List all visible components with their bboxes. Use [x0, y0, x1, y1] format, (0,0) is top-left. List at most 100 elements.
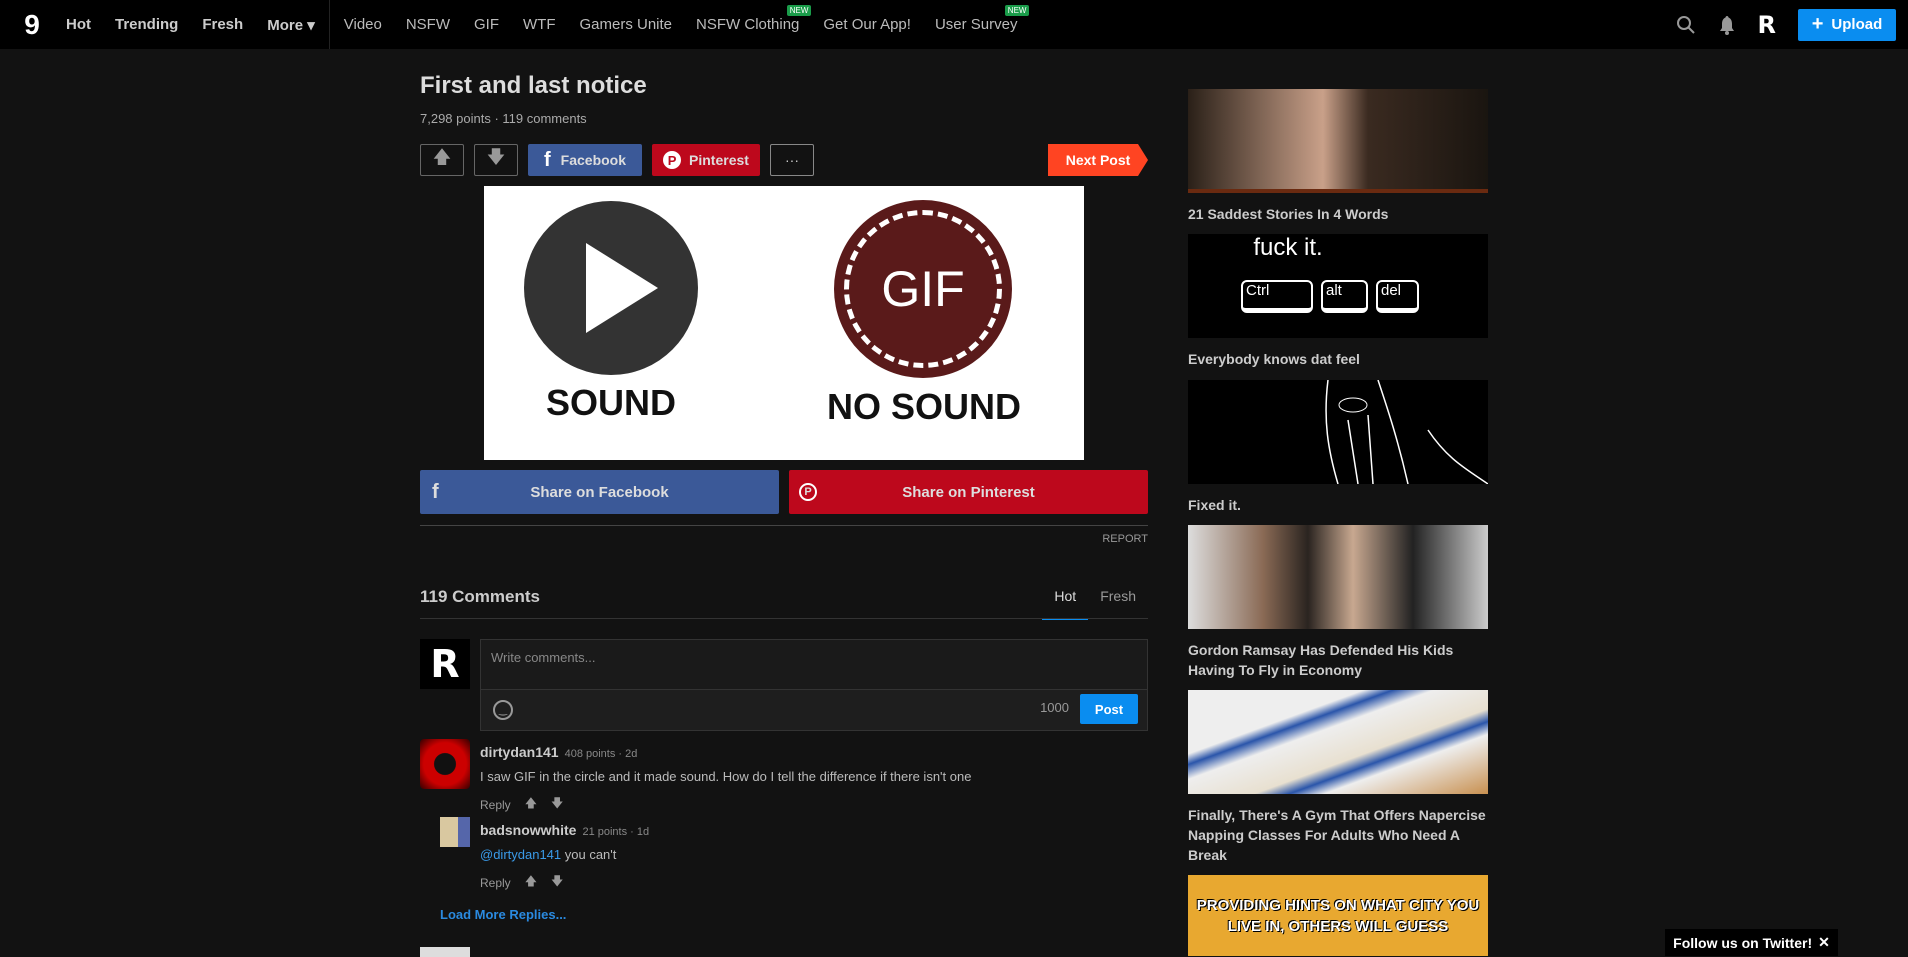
post-caption[interactable]: 21 Saddest Stories In 4 Words: [1188, 204, 1488, 224]
nav-links: Hot Trending Fresh More ▾ Video NSFW GIF…: [66, 0, 1041, 49]
nav-video[interactable]: Video: [344, 16, 382, 33]
commenter-avatar[interactable]: [440, 817, 470, 847]
thumbnail-text: fuck it.: [1253, 234, 1323, 261]
downvote-icon[interactable]: 🡇: [551, 794, 563, 815]
comment-input[interactable]: Write comments...: [481, 640, 1147, 690]
share-pinterest-button[interactable]: P Share on Pinterest: [789, 470, 1148, 514]
nav-divider: [328, 0, 330, 49]
9gag-logo[interactable]: 9: [18, 9, 46, 40]
comment-username[interactable]: dirtydan141: [480, 744, 559, 760]
nav-more[interactable]: More ▾: [267, 16, 315, 34]
nav-gif[interactable]: GIF: [474, 16, 499, 33]
post-meta: 7,298 points · 119 comments: [420, 111, 587, 126]
upload-label: Upload: [1831, 16, 1883, 33]
pinterest-icon: P: [663, 151, 682, 169]
nav-label: User Survey: [934, 16, 1018, 33]
downvote-button[interactable]: 🡇: [474, 144, 518, 176]
upvote-icon[interactable]: 🡅: [525, 794, 537, 815]
arrow-up-icon: 🡅: [432, 147, 452, 167]
comment-meta: 21 points · 1d: [582, 826, 650, 838]
emoji-icon[interactable]: ‿: [493, 700, 513, 720]
char-counter: 1000: [1040, 700, 1069, 715]
sidebar-post[interactable]: PROVIDING HINTS ON WHAT CITY YOU LIVE IN…: [1188, 875, 1488, 956]
user-avatar[interactable]: R: [1758, 11, 1776, 39]
comment-form: Write comments... ‿ 1000 Post: [480, 639, 1148, 731]
post-thumbnail[interactable]: [1188, 379, 1489, 485]
divider: [420, 618, 1148, 619]
post-thumbnail[interactable]: PROVIDING HINTS ON WHAT CITY YOU LIVE IN…: [1188, 875, 1488, 956]
sidebar-post[interactable]: fuck it. Ctrl alt del Everybody knows da…: [1188, 234, 1488, 369]
post-thumbnail[interactable]: fuck it. Ctrl alt del: [1188, 234, 1488, 338]
key-ctrl: Ctrl: [1241, 280, 1313, 313]
upload-button[interactable]: + Upload: [1798, 8, 1896, 41]
comment-text: you can't: [561, 847, 617, 862]
comment-username[interactable]: badsnowwhite: [480, 822, 576, 838]
post-caption[interactable]: Fixed it.: [1188, 495, 1488, 515]
downvote-icon[interactable]: 🡇: [551, 872, 563, 893]
more-button[interactable]: ···: [770, 144, 814, 176]
close-icon[interactable]: ✕: [1818, 934, 1830, 951]
nav-nsfw-clothing[interactable]: NSFW Clothing NEW: [696, 5, 812, 33]
twitter-label: Follow us on Twitter!: [1673, 934, 1813, 951]
share-label: Share on Pinterest: [902, 483, 1035, 501]
new-badge: NEW: [1004, 5, 1030, 16]
upvote-icon[interactable]: 🡅: [525, 872, 537, 893]
nav-wtf[interactable]: WTF: [523, 16, 555, 33]
sidebar-post[interactable]: Fixed it.: [1188, 379, 1489, 515]
post-thumbnail[interactable]: [1188, 525, 1488, 629]
mention-link[interactable]: @dirtydan141: [480, 847, 561, 862]
nav-hot[interactable]: Hot: [66, 16, 91, 33]
key-alt: alt: [1321, 280, 1368, 313]
divider: [420, 525, 1148, 526]
pinterest-button[interactable]: P Pinterest: [652, 144, 760, 176]
post-thumbnail[interactable]: [1188, 89, 1488, 193]
comment-meta: 408 points · 2d: [564, 748, 638, 760]
nav-trending[interactable]: Trending: [115, 16, 178, 33]
play-icon: [524, 201, 698, 375]
share-label: Share on Facebook: [530, 483, 669, 501]
sidebar-post[interactable]: Finally, There's A Gym That Offers Naper…: [1188, 690, 1488, 865]
search-icon[interactable]: [1676, 15, 1696, 35]
gif-badge: GIF: [834, 200, 1012, 378]
post-caption[interactable]: Gordon Ramsay Has Defended His Kids Havi…: [1188, 640, 1488, 680]
new-badge: NEW: [786, 5, 812, 16]
sidebar-post[interactable]: 21 Saddest Stories In 4 Words: [1188, 89, 1488, 224]
upvote-button[interactable]: 🡅: [420, 144, 464, 176]
pinterest-label: Pinterest: [689, 152, 749, 168]
sidebar-post[interactable]: Gordon Ramsay Has Defended His Kids Havi…: [1188, 525, 1488, 680]
facebook-button[interactable]: f Facebook: [528, 144, 642, 176]
plus-icon: +: [1811, 13, 1824, 35]
nav-fresh[interactable]: Fresh: [202, 16, 243, 33]
reply-button[interactable]: Reply: [480, 876, 511, 890]
twitter-follow-banner[interactable]: Follow us on Twitter! ✕: [1665, 929, 1838, 956]
post-title: First and last notice: [420, 72, 647, 99]
top-nav: 9 Hot Trending Fresh More ▾ Video NSFW G…: [0, 0, 1908, 49]
post-image[interactable]: SOUND GIF NO SOUND: [484, 186, 1084, 460]
key-del: del: [1376, 280, 1419, 313]
facebook-label: Facebook: [560, 152, 627, 168]
post-comment-button[interactable]: Post: [1080, 694, 1138, 724]
nav-label: NSFW Clothing: [696, 16, 800, 33]
tab-hot[interactable]: Hot: [1042, 588, 1089, 620]
pinterest-icon: P: [799, 483, 817, 501]
tab-fresh[interactable]: Fresh: [1088, 588, 1148, 620]
post-caption[interactable]: Finally, There's A Gym That Offers Naper…: [1188, 805, 1488, 865]
arrow-down-icon: 🡇: [486, 147, 506, 167]
sound-label: SOUND: [545, 382, 676, 423]
next-post-button[interactable]: Next Post: [1048, 144, 1148, 176]
post-thumbnail[interactable]: [1188, 690, 1488, 794]
nav-nsfw[interactable]: NSFW: [406, 16, 450, 33]
commenter-avatar[interactable]: [420, 739, 470, 789]
reply-button[interactable]: Reply: [480, 798, 511, 812]
nav-gamers-unite[interactable]: Gamers Unite: [580, 16, 673, 33]
load-more-replies[interactable]: Load More Replies...: [440, 907, 566, 922]
facebook-icon: f: [432, 480, 439, 503]
bell-icon[interactable]: [1718, 15, 1736, 35]
share-facebook-button[interactable]: f Share on Facebook: [420, 470, 779, 514]
comments-heading: 119 Comments: [420, 587, 540, 606]
user-avatar: R: [420, 639, 470, 689]
nav-user-survey[interactable]: User Survey NEW: [934, 5, 1030, 33]
report-link[interactable]: REPORT: [1102, 533, 1148, 545]
nav-get-app[interactable]: Get Our App!: [823, 16, 911, 33]
post-caption[interactable]: Everybody knows dat feel: [1188, 349, 1488, 369]
